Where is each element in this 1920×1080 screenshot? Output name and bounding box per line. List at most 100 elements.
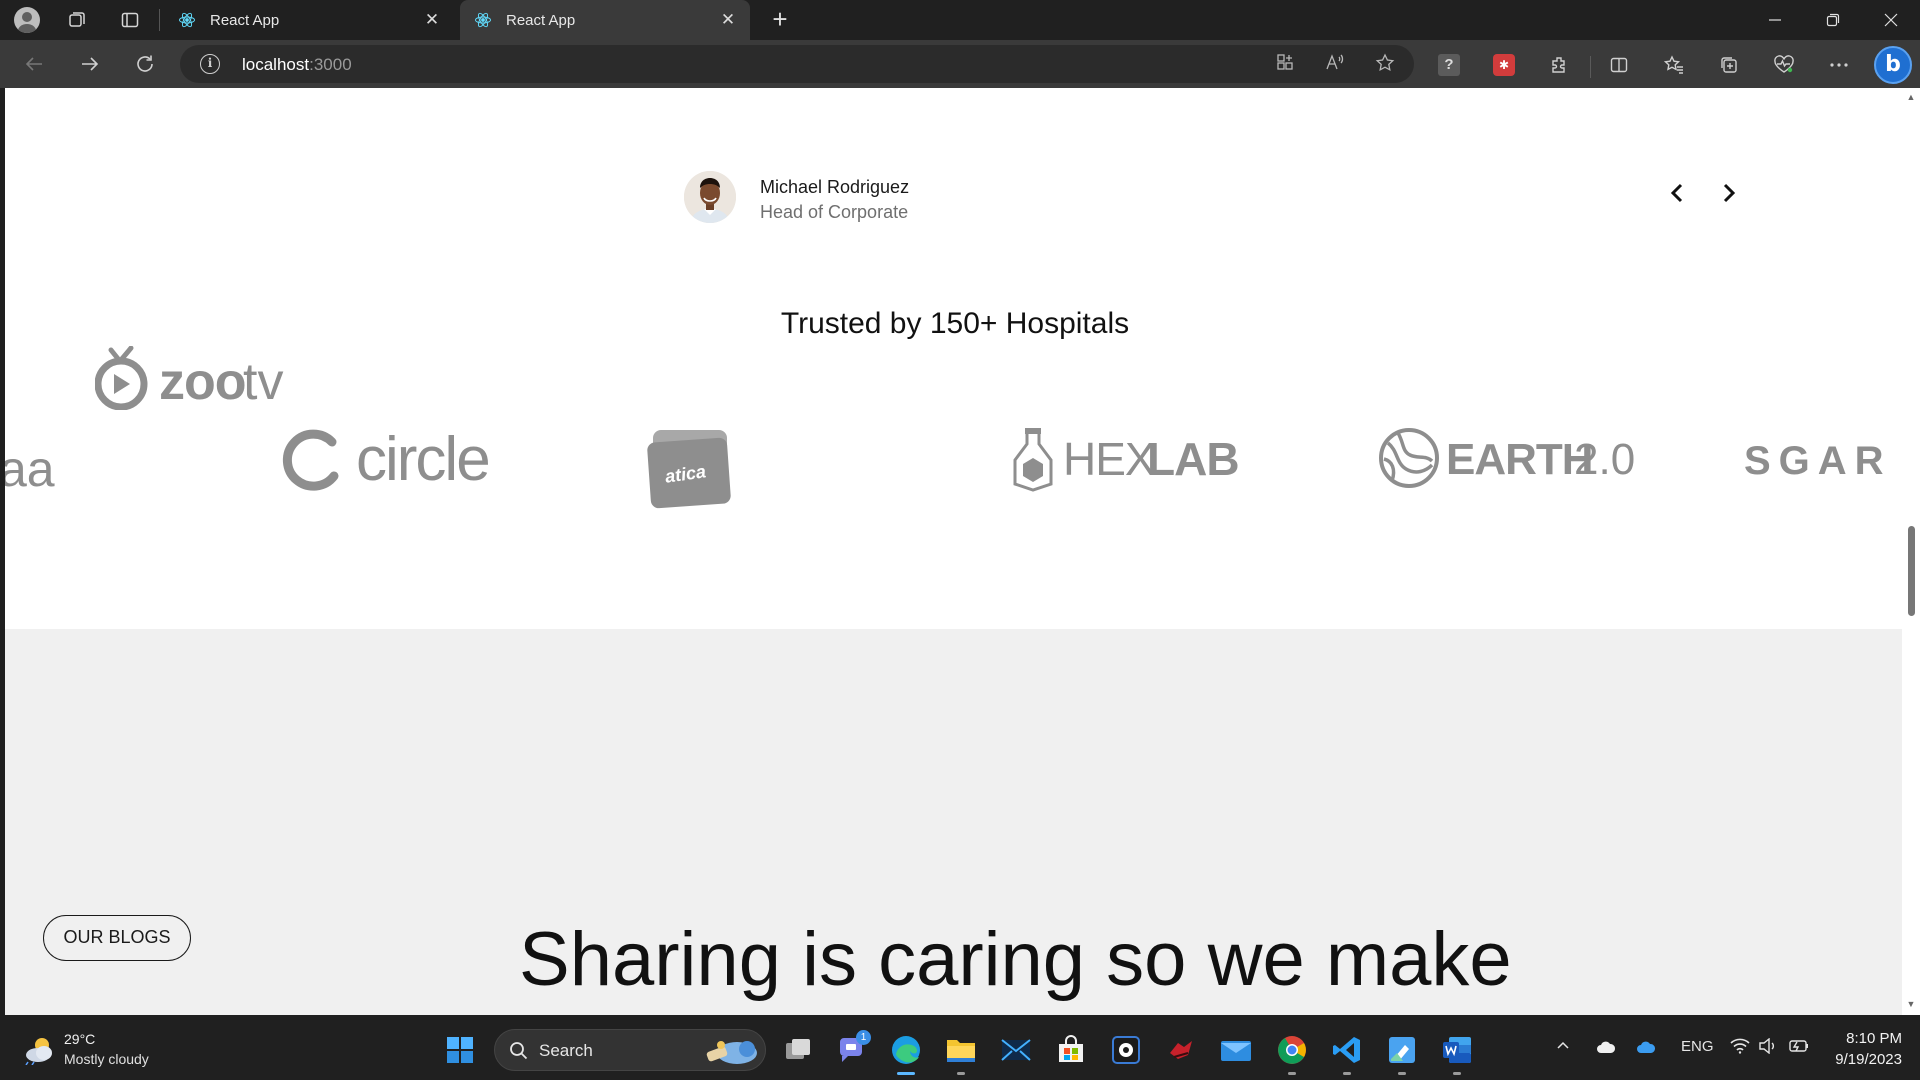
workspaces-icon[interactable] bbox=[62, 6, 92, 34]
tab-label: React App bbox=[506, 11, 576, 29]
windows-logo-icon bbox=[447, 1037, 473, 1063]
file-explorer-icon[interactable] bbox=[945, 1034, 977, 1066]
read-aloud-icon[interactable] bbox=[1323, 53, 1347, 75]
hexlab-logo-text-lab: LAB bbox=[1147, 433, 1240, 485]
onedrive-icon[interactable] bbox=[1636, 1040, 1656, 1058]
wifi-icon[interactable] bbox=[1730, 1038, 1750, 1058]
mail-icon[interactable] bbox=[1220, 1034, 1252, 1066]
tab-actions-icon[interactable] bbox=[115, 6, 145, 34]
favorite-star-icon[interactable] bbox=[1373, 53, 1397, 75]
close-icon[interactable]: ✕ bbox=[422, 10, 442, 30]
vscode-indicator bbox=[1343, 1072, 1351, 1075]
edge-active-indicator bbox=[897, 1072, 915, 1075]
bing-copilot-icon[interactable]: b bbox=[1874, 46, 1912, 84]
tab-label: React App bbox=[210, 11, 280, 29]
flask-icon bbox=[1013, 428, 1053, 492]
chrome-icon[interactable] bbox=[1276, 1034, 1308, 1066]
mail-app-icon[interactable] bbox=[1000, 1034, 1032, 1066]
clock-time[interactable]: 8:10 PM bbox=[1832, 1030, 1902, 1047]
tab-separator bbox=[159, 9, 160, 31]
cloudy-weather-icon bbox=[25, 1038, 52, 1065]
blog-heading-line-2: time to write about our bbox=[519, 1005, 1519, 1015]
drawing-app-icon[interactable] bbox=[1386, 1034, 1418, 1066]
search-icon bbox=[510, 1042, 528, 1060]
circle-logo-text: circle bbox=[356, 425, 491, 494]
window-close-icon[interactable] bbox=[1862, 0, 1920, 40]
previous-testimonial-button[interactable] bbox=[1662, 177, 1694, 209]
toolbar-separator bbox=[1590, 56, 1591, 78]
word-indicator bbox=[1453, 1072, 1461, 1075]
forward-icon[interactable] bbox=[74, 50, 106, 78]
page-scrollbar[interactable]: ▲ ▼ bbox=[1902, 88, 1920, 1015]
restore-icon[interactable] bbox=[1804, 0, 1862, 40]
scrollbar-thumb[interactable] bbox=[1908, 526, 1915, 616]
app-available-icon[interactable] bbox=[1273, 53, 1297, 75]
url-text[interactable]: localhost:3000 bbox=[242, 55, 352, 75]
volume-icon[interactable] bbox=[1758, 1037, 1778, 1058]
next-testimonial-button[interactable] bbox=[1712, 177, 1744, 209]
earth-logo-version: 2.0 bbox=[1574, 435, 1636, 484]
weather-temperature: 29°C bbox=[64, 1031, 96, 1047]
taskbar: 29°C Mostly cloudy Search 1 ENG 8:10 PM … bbox=[0, 1020, 1920, 1080]
language-indicator[interactable]: ENG bbox=[1681, 1038, 1714, 1055]
drawing-app-indicator bbox=[1398, 1072, 1406, 1075]
media-player-icon[interactable] bbox=[1110, 1034, 1142, 1066]
collections-icon[interactable] bbox=[1716, 52, 1742, 78]
clock-date[interactable]: 9/19/2023 bbox=[1822, 1051, 1902, 1068]
tab-strip: React App ✕ React App ✕ + bbox=[0, 0, 1920, 40]
author-role: Head of Corporate bbox=[760, 202, 909, 222]
globe-icon bbox=[1379, 428, 1439, 488]
teams-chat-icon[interactable]: 1 bbox=[836, 1030, 871, 1066]
zootv-logo-text-tv: tv bbox=[243, 353, 284, 411]
split-screen-icon[interactable] bbox=[1606, 52, 1632, 78]
weather-description: Mostly cloudy bbox=[64, 1051, 149, 1067]
chat-badge: 1 bbox=[856, 1030, 871, 1045]
author-name: Michael Rodriguez bbox=[760, 177, 910, 197]
minimize-icon[interactable] bbox=[1746, 0, 1804, 40]
word-icon[interactable] bbox=[1441, 1034, 1473, 1066]
react-icon bbox=[475, 12, 491, 28]
our-blogs-tag: OUR BLOGS bbox=[43, 915, 191, 961]
tab-react-app-2[interactable]: React App ✕ bbox=[460, 0, 750, 40]
extension-help-icon[interactable]: ? bbox=[1436, 52, 1462, 78]
close-icon[interactable]: ✕ bbox=[718, 10, 738, 30]
tab-react-app-1[interactable]: React App ✕ bbox=[164, 0, 454, 40]
chevron-left-icon bbox=[1670, 183, 1683, 203]
start-button[interactable] bbox=[444, 1034, 476, 1066]
favorites-icon[interactable] bbox=[1661, 52, 1687, 78]
red-app-icon[interactable] bbox=[1165, 1034, 1197, 1066]
atica-logo: atica bbox=[647, 428, 733, 515]
sgardi-logo-text: SGARDI bbox=[1744, 439, 1892, 483]
scroll-down-icon[interactable]: ▼ bbox=[1906, 999, 1916, 1009]
back-icon[interactable] bbox=[18, 50, 50, 78]
chrome-indicator bbox=[1288, 1072, 1296, 1075]
taskbar-search[interactable]: Search bbox=[494, 1029, 766, 1071]
performance-icon[interactable] bbox=[1771, 52, 1797, 78]
extension-red-icon[interactable]: ✱ bbox=[1491, 52, 1517, 78]
task-view-icon[interactable] bbox=[782, 1034, 814, 1066]
circle-mark-icon bbox=[282, 429, 339, 491]
new-tab-icon[interactable]: + bbox=[764, 4, 796, 36]
page-viewport: Michael Rodriguez Head of Corporate Trus… bbox=[5, 88, 1920, 1015]
onedrive-personal-icon[interactable] bbox=[1596, 1040, 1616, 1058]
blog-section: OUR BLOGS Sharing is caring so we make t… bbox=[5, 629, 1902, 1015]
edge-icon[interactable] bbox=[890, 1034, 922, 1066]
scroll-up-icon[interactable]: ▲ bbox=[1906, 92, 1916, 102]
extensions-icon[interactable] bbox=[1546, 52, 1572, 78]
zootv-logo-text-zoo: zoo bbox=[159, 353, 247, 411]
battery-icon[interactable] bbox=[1788, 1038, 1810, 1058]
search-label: Search bbox=[539, 1041, 593, 1060]
show-hidden-icons-chevron-up-icon[interactable] bbox=[1556, 1038, 1570, 1056]
more-icon[interactable] bbox=[1826, 52, 1852, 78]
microsoft-store-icon[interactable] bbox=[1055, 1034, 1087, 1066]
earth-logo-text: EARTH bbox=[1446, 435, 1594, 484]
refresh-icon[interactable] bbox=[129, 50, 161, 78]
vscode-icon[interactable] bbox=[1331, 1034, 1363, 1066]
navigation-bar: i localhost:3000 ? ✱ bbox=[0, 40, 1920, 88]
partial-logo-left: aa bbox=[5, 441, 55, 497]
site-info-icon[interactable]: i bbox=[200, 54, 220, 74]
address-bar[interactable]: i localhost:3000 bbox=[180, 45, 1414, 83]
hexlab-logo-text-hex: HEX bbox=[1063, 433, 1156, 485]
profile-icon[interactable] bbox=[12, 6, 42, 34]
trusted-heading: Trusted by 150+ Hospitals bbox=[780, 307, 1130, 340]
